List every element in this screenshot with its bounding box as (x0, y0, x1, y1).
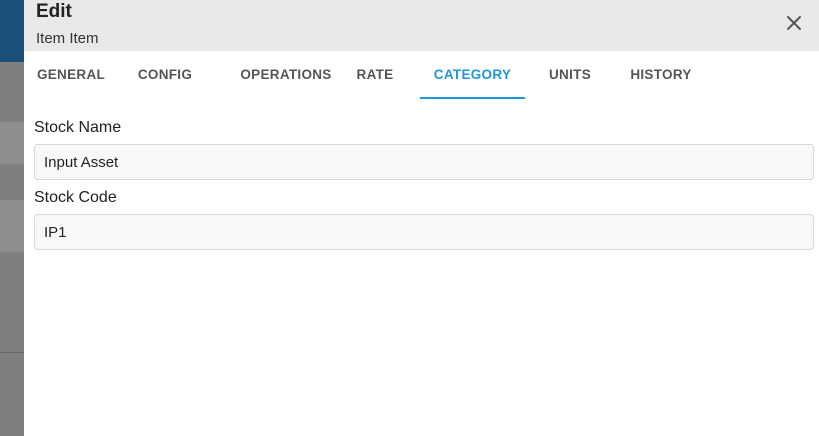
stock-code-input[interactable] (34, 214, 814, 250)
stock-name-input[interactable] (34, 144, 814, 180)
backdrop-band (0, 122, 24, 164)
tab-config[interactable]: CONFIG (118, 51, 212, 99)
tab-history[interactable]: HISTORY (615, 51, 707, 99)
edit-dialog: Edit Item Item GENERAL CONFIG OPERATIONS… (24, 0, 819, 436)
tab-rate[interactable]: RATE (330, 51, 420, 99)
dialog-title: Edit (36, 1, 72, 22)
tab-bar: GENERAL CONFIG OPERATIONS RATE CATEGORY … (24, 51, 819, 99)
stock-name-label: Stock Name (34, 119, 122, 136)
dialog-subtitle: Item Item (36, 30, 99, 47)
backdrop-divider (0, 352, 24, 353)
close-icon (787, 16, 801, 30)
tab-units[interactable]: UNITS (525, 51, 615, 99)
backdrop-band (0, 200, 24, 252)
category-form: Stock Name Stock Code (24, 99, 819, 259)
active-tab-indicator (420, 97, 525, 99)
tab-category[interactable]: CATEGORY (420, 51, 525, 99)
tab-general[interactable]: GENERAL (24, 51, 118, 99)
app-backdrop (0, 0, 24, 436)
dialog-header: Edit Item Item (24, 0, 819, 51)
stock-code-label: Stock Code (34, 189, 117, 206)
app-header-bar (0, 0, 24, 62)
close-button[interactable] (781, 10, 807, 36)
